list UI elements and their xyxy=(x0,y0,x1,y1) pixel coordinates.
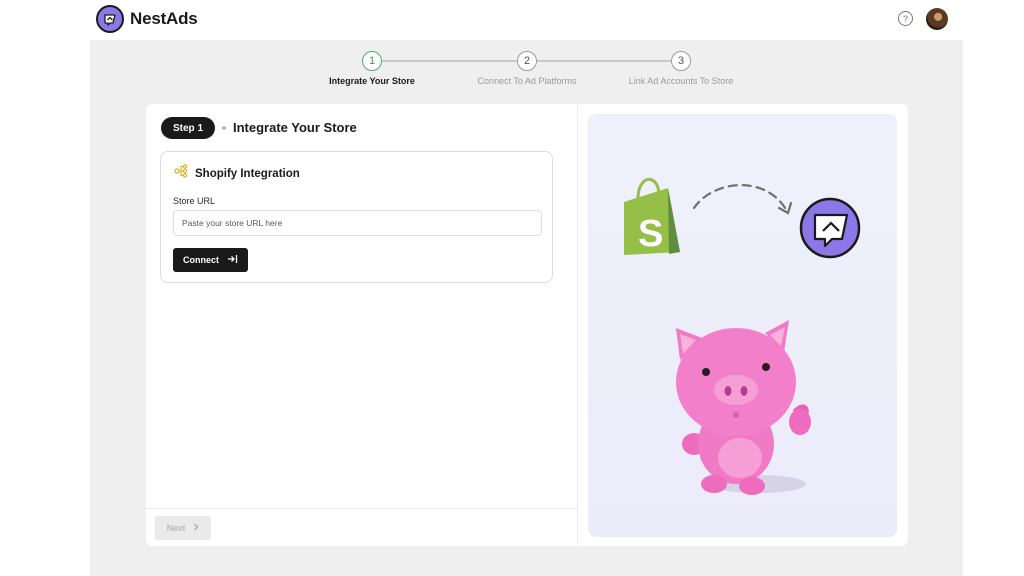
form-pane: Step 1 Integrate Your Store Shopify Inte… xyxy=(146,104,578,546)
shopify-bag-icon: S xyxy=(624,177,680,255)
onboarding-card: Step 1 Integrate Your Store Shopify Inte… xyxy=(146,104,908,546)
step-1-label: Integrate Your Store xyxy=(329,76,415,86)
step-badge: Step 1 xyxy=(161,117,216,139)
next-button[interactable]: Next xyxy=(155,516,211,540)
integration-nodes-icon xyxy=(174,164,188,183)
separator-dot xyxy=(222,126,226,130)
dashed-arrow xyxy=(692,184,789,213)
next-button-label: Next xyxy=(166,523,186,533)
form-footer: Next xyxy=(146,508,578,546)
integration-header: Shopify Integration xyxy=(174,164,300,183)
step-3-indicator[interactable]: 3 xyxy=(671,51,691,71)
shopify-integration-panel: Shopify Integration Store URL Connect xyxy=(160,151,553,283)
step-connector xyxy=(537,60,671,62)
connect-button-label: Connect xyxy=(183,255,219,265)
illustration-pane: S xyxy=(588,114,897,537)
illustration: S xyxy=(624,177,861,495)
arrow-right-to-bar-icon xyxy=(227,254,238,266)
pink-pig-mascot xyxy=(676,320,811,495)
svg-text:S: S xyxy=(638,213,663,255)
store-url-input[interactable] xyxy=(173,210,542,236)
step-1-indicator[interactable]: 1 xyxy=(362,51,382,71)
chevron-right-icon xyxy=(193,523,199,533)
step-2-indicator[interactable]: 2 xyxy=(517,51,537,71)
store-url-label: Store URL xyxy=(173,196,216,206)
step-connector xyxy=(382,60,517,62)
integration-title: Shopify Integration xyxy=(195,167,300,180)
stepper: 1 2 3 Integrate Your Store Connect To Ad… xyxy=(0,0,1024,100)
step-2-label: Connect To Ad Platforms xyxy=(477,76,577,86)
nestads-logo-icon xyxy=(799,197,861,259)
step-3-label: Link Ad Accounts To Store xyxy=(628,76,734,86)
connect-button[interactable]: Connect xyxy=(173,248,248,272)
section-title: Integrate Your Store xyxy=(233,120,357,135)
